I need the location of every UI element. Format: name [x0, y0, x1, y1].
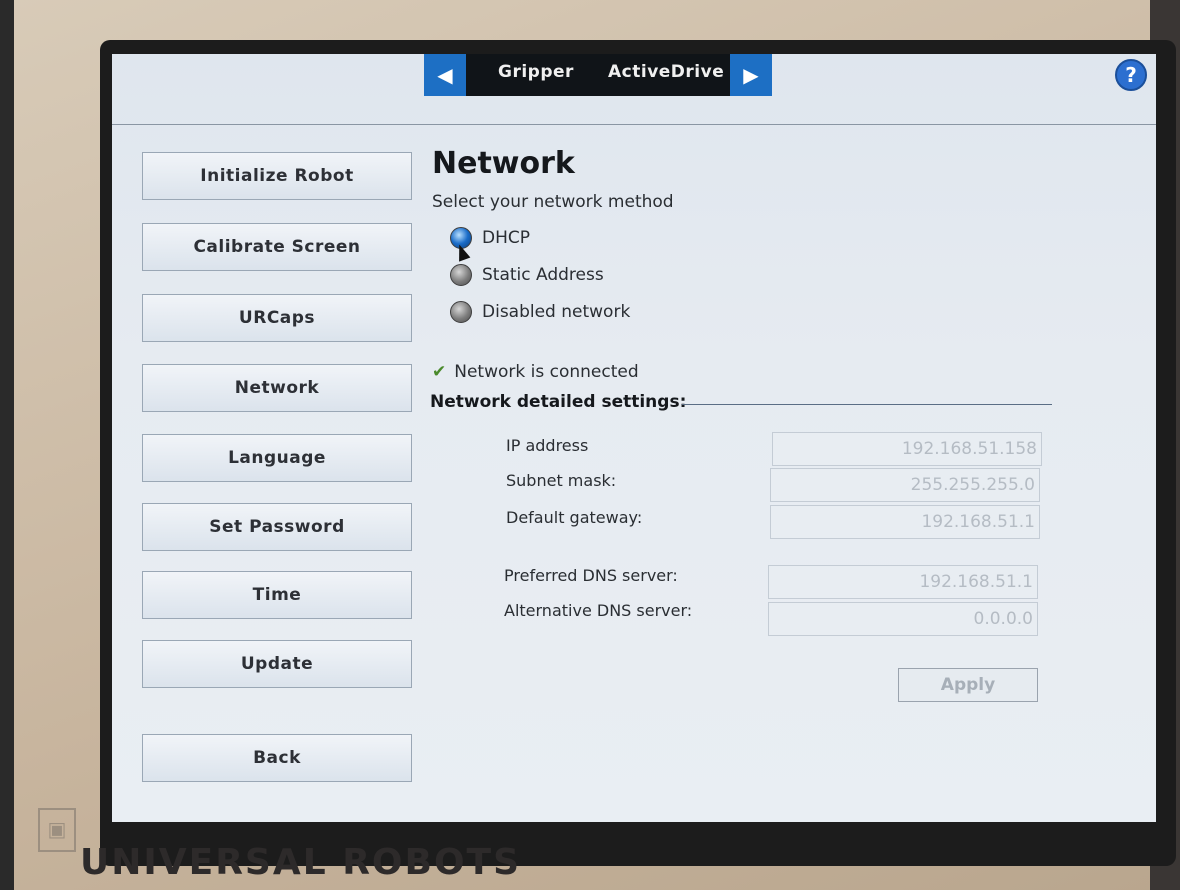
- ip-address-field[interactable]: 192.168.51.158: [772, 432, 1042, 466]
- checkmark-icon: ✔: [432, 362, 447, 382]
- connection-status: ✔ Network is connected: [432, 362, 639, 382]
- radio-label: Disabled network: [482, 302, 631, 322]
- sidebar-item-set-password[interactable]: Set Password: [142, 503, 412, 551]
- help-icon[interactable]: ?: [1115, 59, 1147, 91]
- radio-unselected-icon[interactable]: [450, 301, 472, 323]
- alternative-dns-label: Alternative DNS server:: [504, 601, 693, 620]
- subnet-mask-label: Subnet mask:: [506, 471, 617, 490]
- preferred-dns-field[interactable]: 192.168.51.1: [768, 565, 1038, 599]
- sidebar-item-language[interactable]: Language: [142, 434, 412, 482]
- screen: ◀ Gripper ActiveDrive ▶ ? Initialize Rob…: [112, 54, 1156, 822]
- preferred-dns-label: Preferred DNS server:: [504, 566, 678, 585]
- apply-button[interactable]: Apply: [898, 668, 1038, 702]
- radio-label: Static Address: [482, 265, 604, 285]
- prev-tab-button[interactable]: ◀: [424, 54, 466, 96]
- method-prompt: Select your network method: [432, 192, 674, 212]
- sidebar-item-time[interactable]: Time: [142, 571, 412, 619]
- top-bar: ◀ Gripper ActiveDrive ▶ ?: [112, 54, 1156, 125]
- status-text: Network is connected: [454, 362, 639, 382]
- tab-strip: ◀ Gripper ActiveDrive ▶: [424, 54, 772, 96]
- sidebar-item-urcaps[interactable]: URCaps: [142, 294, 412, 342]
- radio-label: DHCP: [482, 228, 530, 248]
- sidebar-item-calibrate-screen[interactable]: Calibrate Screen: [142, 223, 412, 271]
- next-tab-button[interactable]: ▶: [730, 54, 772, 96]
- alternative-dns-field[interactable]: 0.0.0.0: [768, 602, 1038, 636]
- radio-unselected-icon[interactable]: [450, 264, 472, 286]
- tab-activedrive[interactable]: ActiveDrive: [608, 62, 724, 82]
- divider: [682, 404, 1052, 405]
- brand-logo-icon: ▣: [38, 808, 76, 852]
- page-title: Network: [432, 146, 575, 181]
- brand-label: UNIVERSAL ROBOTS: [80, 842, 522, 883]
- default-gateway-field[interactable]: 192.168.51.1: [770, 505, 1040, 539]
- radio-disabled-network[interactable]: Disabled network: [450, 301, 630, 323]
- bezel-edge: [0, 0, 14, 890]
- sidebar-item-initialize-robot[interactable]: Initialize Robot: [142, 152, 412, 200]
- sidebar-item-network[interactable]: Network: [142, 364, 412, 412]
- detail-settings-heading: Network detailed settings:: [430, 392, 687, 412]
- subnet-mask-field[interactable]: 255.255.255.0: [770, 468, 1040, 502]
- sidebar-item-update[interactable]: Update: [142, 640, 412, 688]
- default-gateway-label: Default gateway:: [506, 508, 643, 527]
- tab-gripper[interactable]: Gripper: [498, 62, 574, 82]
- back-button[interactable]: Back: [142, 734, 412, 782]
- ip-address-label: IP address: [506, 436, 589, 455]
- radio-static-address[interactable]: Static Address: [450, 264, 604, 286]
